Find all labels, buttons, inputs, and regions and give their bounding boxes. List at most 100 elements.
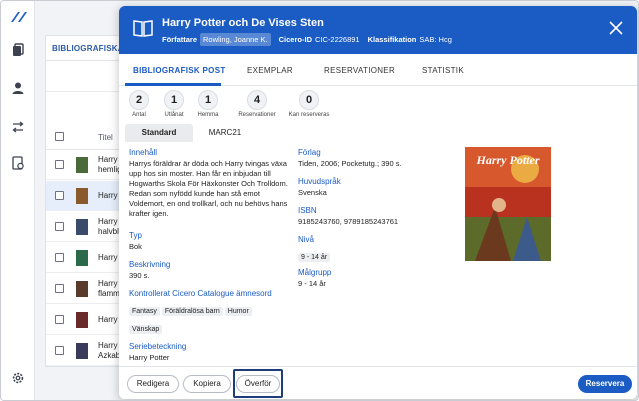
app-window: BIBLIOGRAFISKA POST Titel Harry hemlig Har… bbox=[0, 0, 639, 401]
row-title-line: Harry bbox=[98, 279, 118, 288]
stat-value: 4 bbox=[247, 90, 267, 110]
subtab-marc21[interactable]: MARC21 bbox=[197, 124, 253, 142]
publisher-value: Tiden, 2006; Pocketutg.; 390 s. bbox=[298, 159, 402, 168]
side-rail bbox=[1, 1, 35, 400]
column-title-header[interactable]: Titel bbox=[98, 133, 113, 142]
copy-icon[interactable] bbox=[11, 43, 25, 57]
row-title-line: halvbl bbox=[98, 227, 119, 236]
modal-meta: Författare Rowling, Joanne K. Cicero-ID … bbox=[162, 33, 452, 46]
isbn-label: ISBN bbox=[298, 206, 317, 215]
subtab-standard[interactable]: Standard bbox=[125, 124, 193, 142]
audience-value: 9 - 14 år bbox=[298, 279, 326, 288]
user-icon[interactable] bbox=[11, 81, 25, 95]
row-checkbox[interactable] bbox=[55, 315, 64, 324]
row-title: Harry hemlig bbox=[98, 155, 120, 175]
row-title-line: Harry bbox=[98, 217, 118, 226]
tab-reservations[interactable]: RESERVATIONER bbox=[324, 66, 395, 75]
stat-count: 2 Antal bbox=[127, 90, 151, 118]
row-checkbox[interactable] bbox=[55, 346, 64, 355]
row-title-line: Harry bbox=[98, 341, 118, 350]
row-title-line: hemlig bbox=[98, 165, 120, 174]
select-all-checkbox[interactable] bbox=[55, 132, 64, 141]
tab-bibliographic[interactable]: BIBLIOGRAFISK POST bbox=[133, 66, 226, 75]
row-title: Harry bbox=[98, 191, 120, 201]
stat-value: 1 bbox=[198, 90, 218, 110]
row-title-line: flamm bbox=[98, 289, 120, 298]
row-checkbox[interactable] bbox=[55, 284, 64, 293]
row-title-line: Harry bbox=[98, 253, 118, 262]
stat-value: 1 bbox=[164, 90, 184, 110]
class-value: SAB: Hcg bbox=[419, 35, 452, 44]
row-cover-thumbnail bbox=[76, 250, 88, 266]
modal-title: Harry Potter och De Vises Sten bbox=[162, 17, 324, 29]
active-tab-indicator bbox=[125, 83, 221, 86]
row-cover-thumbnail bbox=[76, 157, 88, 173]
gear-icon[interactable] bbox=[11, 371, 25, 385]
description-label: Beskrivning bbox=[129, 260, 171, 269]
description-value: 390 s. bbox=[129, 271, 150, 280]
type-label: Typ bbox=[129, 231, 142, 240]
series-label: Seriebeteckning bbox=[129, 342, 187, 351]
row-title: Harry bbox=[98, 315, 120, 325]
row-cover-thumbnail bbox=[76, 281, 88, 297]
transfer-icon[interactable] bbox=[11, 120, 25, 134]
stat-label: Kan reserveras bbox=[288, 112, 330, 118]
row-checkbox[interactable] bbox=[55, 160, 64, 169]
row-title: Harry flamm bbox=[98, 279, 120, 299]
edit-button[interactable]: Redigera bbox=[127, 375, 179, 393]
row-cover-thumbnail bbox=[76, 312, 88, 328]
subjects-label: Kontrollerat Cicero Catalogue ämnesord bbox=[129, 289, 272, 298]
content-value: Harrys föräldrar är döda och Harry tving… bbox=[129, 159, 288, 218]
stat-label: Hemma bbox=[197, 112, 219, 118]
subject-tag[interactable]: Föräldralösa barn bbox=[161, 307, 223, 316]
record-modal: Harry Potter och De Vises Sten Författar… bbox=[119, 6, 637, 399]
series-value: Harry Potter bbox=[129, 353, 170, 362]
copy-button[interactable]: Kopiera bbox=[183, 375, 231, 393]
logo-icon[interactable] bbox=[9, 10, 29, 24]
type-value: Bok bbox=[129, 242, 142, 251]
stat-label: Utlånat bbox=[164, 112, 184, 118]
class-label: Klassifikation bbox=[367, 35, 417, 44]
document-icon[interactable] bbox=[11, 156, 25, 170]
stat-label: Reservationer bbox=[238, 112, 276, 118]
book-icon bbox=[133, 20, 153, 37]
row-cover-thumbnail bbox=[76, 219, 88, 235]
language-value: Svenska bbox=[298, 188, 327, 197]
subject-tag[interactable]: Humor bbox=[224, 307, 252, 316]
level-value: 9 - 14 år bbox=[298, 253, 331, 262]
author-label: Författare bbox=[162, 35, 198, 44]
modal-footer: Redigera Kopiera Överför Reservera bbox=[119, 366, 637, 399]
format-subtabs: Standard MARC21 bbox=[125, 124, 325, 142]
record-fields-left: Innehåll Harrys föräldrar är döda och Ha… bbox=[129, 148, 289, 363]
stat-loaned: 1 Utlånat bbox=[159, 90, 189, 118]
subject-tags: Fantasy Föräldralösa barn Humor Vänskap bbox=[129, 300, 289, 336]
row-cover-thumbnail bbox=[76, 188, 88, 204]
row-title: Harry halvbl bbox=[98, 217, 120, 237]
tab-statistics[interactable]: STATISTIK bbox=[422, 66, 464, 75]
subject-tag[interactable]: Fantasy bbox=[129, 307, 160, 316]
stat-value: 0 bbox=[299, 90, 319, 110]
cover-title: Harry Potter bbox=[476, 153, 540, 167]
row-checkbox[interactable] bbox=[55, 253, 64, 262]
reserve-button[interactable]: Reservera bbox=[578, 375, 632, 393]
row-title: Harry Azkab bbox=[98, 341, 120, 361]
record-fields-right: Förlag Tiden, 2006; Pocketutg.; 390 s. H… bbox=[298, 148, 448, 289]
transfer-button[interactable]: Överför bbox=[236, 375, 280, 393]
author-value[interactable]: Rowling, Joanne K. bbox=[200, 33, 271, 46]
modal-tabs: BIBLIOGRAFISK POST EXEMPLAR RESERVATIONE… bbox=[119, 54, 637, 86]
cicero-value: CIC-2226891 bbox=[314, 35, 360, 44]
content-label: Innehåll bbox=[129, 148, 158, 157]
tab-copies[interactable]: EXEMPLAR bbox=[247, 66, 293, 75]
level-label: Nivå bbox=[298, 235, 315, 244]
row-cover-thumbnail bbox=[76, 343, 88, 359]
publisher-label: Förlag bbox=[298, 148, 321, 157]
row-title-line: Harry bbox=[98, 315, 118, 324]
isbn-value: 9185243760, 9789185243761 bbox=[298, 217, 399, 226]
subject-tag[interactable]: Vänskap bbox=[129, 325, 163, 334]
row-checkbox[interactable] bbox=[55, 222, 64, 231]
language-label: Huvudspråk bbox=[298, 177, 341, 186]
row-title-line: Harry bbox=[98, 191, 118, 200]
row-title-line: Harry bbox=[98, 155, 118, 164]
row-checkbox[interactable] bbox=[55, 191, 64, 200]
close-icon[interactable] bbox=[607, 19, 625, 37]
